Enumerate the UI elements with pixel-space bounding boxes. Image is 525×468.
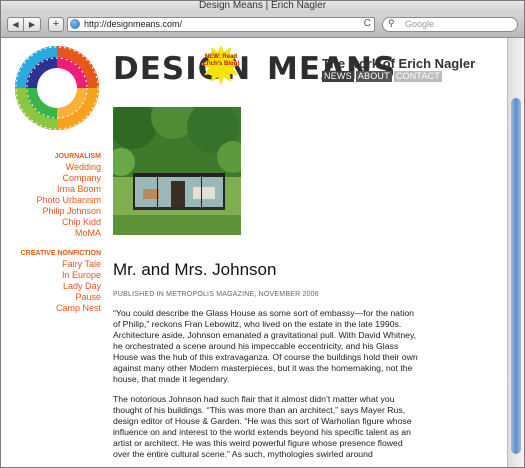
category-wheel-logo[interactable]: [13, 44, 101, 132]
forward-button[interactable]: ▶: [24, 17, 41, 32]
search-placeholder[interactable]: Google: [405, 19, 434, 29]
tagline: The work of Erich Nagler: [322, 56, 476, 71]
window-title: Design Means | Erich Nagler: [198, 0, 327, 11]
top-navigation: NEWS ABOUT CONTACT: [322, 71, 443, 82]
sidebar-link[interactable]: Pause: [1, 292, 101, 303]
sidebar-link[interactable]: Chip Kidd: [1, 217, 101, 228]
globe-icon: [70, 19, 80, 29]
url-text[interactable]: http://designmeans.com/: [84, 19, 182, 29]
nav-contact-link[interactable]: CONTACT: [393, 71, 443, 82]
sidebar-link[interactable]: Fairy Tale: [1, 259, 101, 270]
sidebar-link[interactable]: Company: [1, 173, 101, 184]
publication-line: PUBLISHED IN METROPOLIS MAGAZINE, NOVEMB…: [113, 291, 319, 298]
section-heading-journalism: JOURNALISM: [54, 153, 101, 160]
browser-window: Design Means | Erich Nagler ◀ ▶ + http:/…: [0, 0, 525, 468]
nav-about-link[interactable]: ABOUT: [355, 71, 392, 82]
article-headline: Mr. and Mrs. Johnson: [113, 260, 277, 279]
browser-toolbar: ◀ ▶ + http://designmeans.com/ C ⚲ Google: [1, 13, 524, 38]
article-paragraph: The notorious Johnson had such flair tha…: [113, 394, 412, 459]
add-bookmark-button[interactable]: +: [48, 17, 64, 32]
glass-house-photo: [113, 107, 241, 235]
article-paragraph: “You could describe the Glass House as s…: [113, 308, 418, 384]
sidebar-link[interactable]: Photo Urbanism: [1, 195, 101, 206]
title-bar: Design Means | Erich Nagler: [1, 1, 524, 13]
scrollbar-thumb[interactable]: [511, 98, 521, 454]
sidebar-link[interactable]: In Europe: [1, 270, 101, 281]
sidebar-link[interactable]: Irma Boom: [1, 184, 101, 195]
sidebar-link[interactable]: Camp Nest: [1, 303, 101, 314]
back-button[interactable]: ◀: [7, 17, 24, 32]
address-bar[interactable]: http://designmeans.com/ C: [67, 17, 375, 32]
article-body: “You could describe the Glass House as s…: [113, 308, 418, 467]
sidebar-link[interactable]: Lady Day: [1, 281, 101, 292]
nav-news-link[interactable]: NEWS: [322, 71, 354, 82]
sidebar-link[interactable]: MoMA: [1, 228, 101, 239]
sidebar-navigation: JOURNALISM Wedding Company Irma Boom Pho…: [1, 151, 101, 314]
search-icon: ⚲: [388, 18, 395, 28]
sidebar-link[interactable]: Wedding: [1, 162, 101, 173]
reload-icon[interactable]: C: [364, 18, 371, 29]
search-field[interactable]: ⚲ Google: [382, 17, 518, 32]
burst-text: NEW: Read Erich's Blog!: [202, 54, 240, 67]
section-heading-creative-nonfiction: CREATIVE NONFICTION: [20, 250, 101, 257]
sidebar-link[interactable]: Philip Johnson: [1, 206, 101, 217]
vertical-scrollbar[interactable]: [507, 38, 524, 467]
blog-starburst-badge[interactable]: NEW: Read Erich's Blog!: [200, 44, 242, 86]
web-page: DESIGN MEANS NEW: Read Erich's Blog! The…: [1, 38, 507, 467]
